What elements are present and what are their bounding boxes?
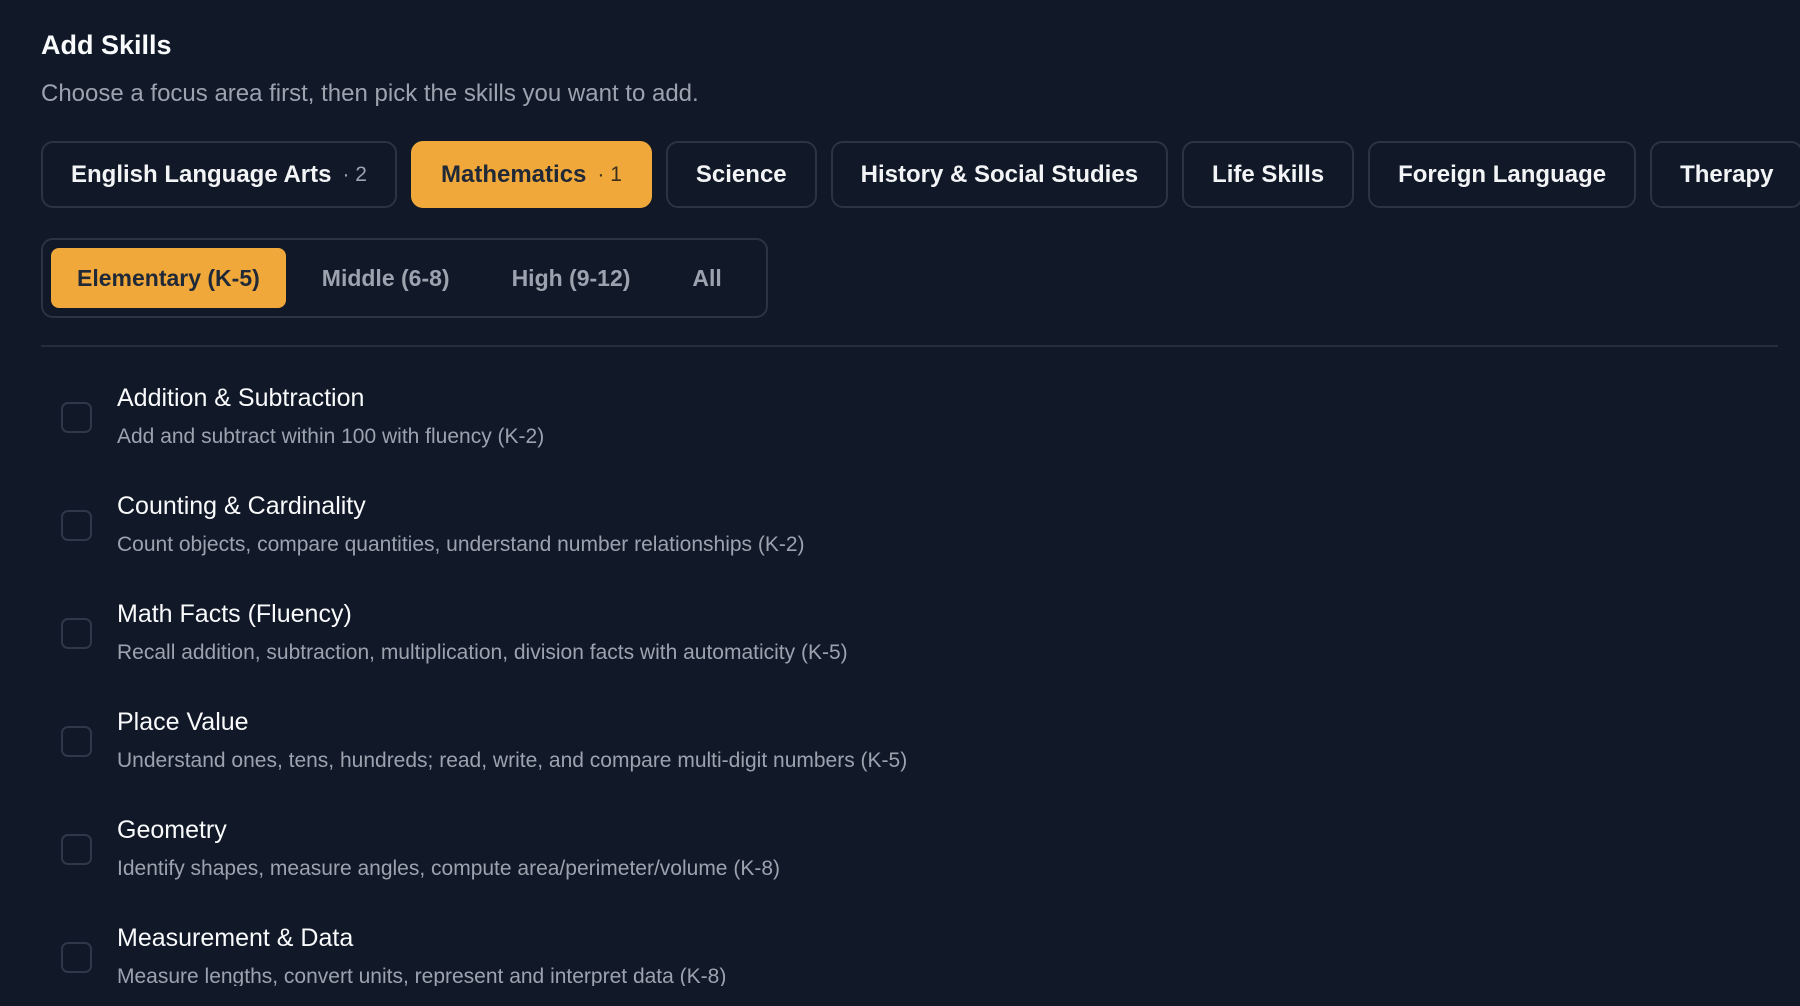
skill-description: Measure lengths, convert units, represen… <box>117 965 727 986</box>
tab-science[interactable]: Science <box>665 141 817 208</box>
skill-description: Understand ones, tens, hundreds; read, w… <box>117 749 908 772</box>
skill-item[interactable]: Math Facts (Fluency) Recall addition, su… <box>41 596 1781 704</box>
skill-checkbox[interactable] <box>61 510 92 541</box>
skill-description: Recall addition, subtraction, multiplica… <box>117 641 848 664</box>
skill-checkbox[interactable] <box>61 402 92 433</box>
tab-count: · 1 <box>597 162 622 186</box>
skill-item[interactable]: Addition & Subtraction Add and subtract … <box>41 380 1781 488</box>
skill-checkbox[interactable] <box>61 726 92 757</box>
skill-checkbox[interactable] <box>61 834 92 865</box>
grade-level-segmented-control: Elementary (K-5) Middle (6-8) High (9-12… <box>41 238 768 318</box>
skill-name: Measurement & Data <box>117 924 354 952</box>
skill-list: Addition & Subtraction Add and subtract … <box>41 380 1781 986</box>
tab-label: Foreign Language <box>1398 160 1607 188</box>
skill-name: Counting & Cardinality <box>117 492 366 520</box>
tab-label: Therapy <box>1680 160 1774 188</box>
grade-tab-high[interactable]: High (9-12) <box>486 248 657 308</box>
add-skills-panel: Add Skills Choose a focus area first, th… <box>0 0 1800 1006</box>
grade-tab-all[interactable]: All <box>666 248 747 308</box>
skill-description: Count objects, compare quantities, under… <box>117 533 805 556</box>
skill-item[interactable]: Place Value Understand ones, tens, hundr… <box>41 704 1781 812</box>
tab-mathematics[interactable]: Mathematics · 1 <box>411 141 652 208</box>
skill-name: Geometry <box>117 816 227 844</box>
tab-life-skills[interactable]: Life Skills <box>1182 141 1355 208</box>
tab-label: English Language Arts <box>71 160 332 188</box>
page-subtitle: Choose a focus area first, then pick the… <box>41 80 699 107</box>
focus-area-tabs: English Language Arts · 2 Mathematics · … <box>41 141 1800 208</box>
tab-history-social-studies[interactable]: History & Social Studies <box>830 141 1169 208</box>
tab-label: Life Skills <box>1212 160 1325 188</box>
tab-label: Mathematics <box>441 160 587 188</box>
skill-item[interactable]: Geometry Identify shapes, measure angles… <box>41 812 1781 920</box>
skill-checkbox[interactable] <box>61 942 92 973</box>
skill-description: Add and subtract within 100 with fluency… <box>117 425 545 448</box>
page-title: Add Skills <box>41 30 172 60</box>
section-divider <box>41 345 1778 347</box>
tab-count: · 2 <box>342 162 367 186</box>
skill-item[interactable]: Measurement & Data Measure lengths, conv… <box>41 920 1781 986</box>
tab-label: Science <box>695 160 787 188</box>
skill-description: Identify shapes, measure angles, compute… <box>117 857 780 880</box>
skill-checkbox[interactable] <box>61 618 92 649</box>
skill-name: Addition & Subtraction <box>117 384 365 412</box>
tab-english-language-arts[interactable]: English Language Arts · 2 <box>41 141 397 208</box>
tab-label: History & Social Studies <box>860 160 1139 188</box>
skill-name: Place Value <box>117 708 249 736</box>
skill-item[interactable]: Counting & Cardinality Count objects, co… <box>41 488 1781 596</box>
grade-tab-middle[interactable]: Middle (6-8) <box>296 248 476 308</box>
tab-therapy[interactable]: Therapy <box>1650 141 1800 208</box>
skill-name: Math Facts (Fluency) <box>117 600 352 628</box>
tab-foreign-language[interactable]: Foreign Language <box>1368 141 1637 208</box>
grade-tab-elementary[interactable]: Elementary (K-5) <box>51 248 286 308</box>
